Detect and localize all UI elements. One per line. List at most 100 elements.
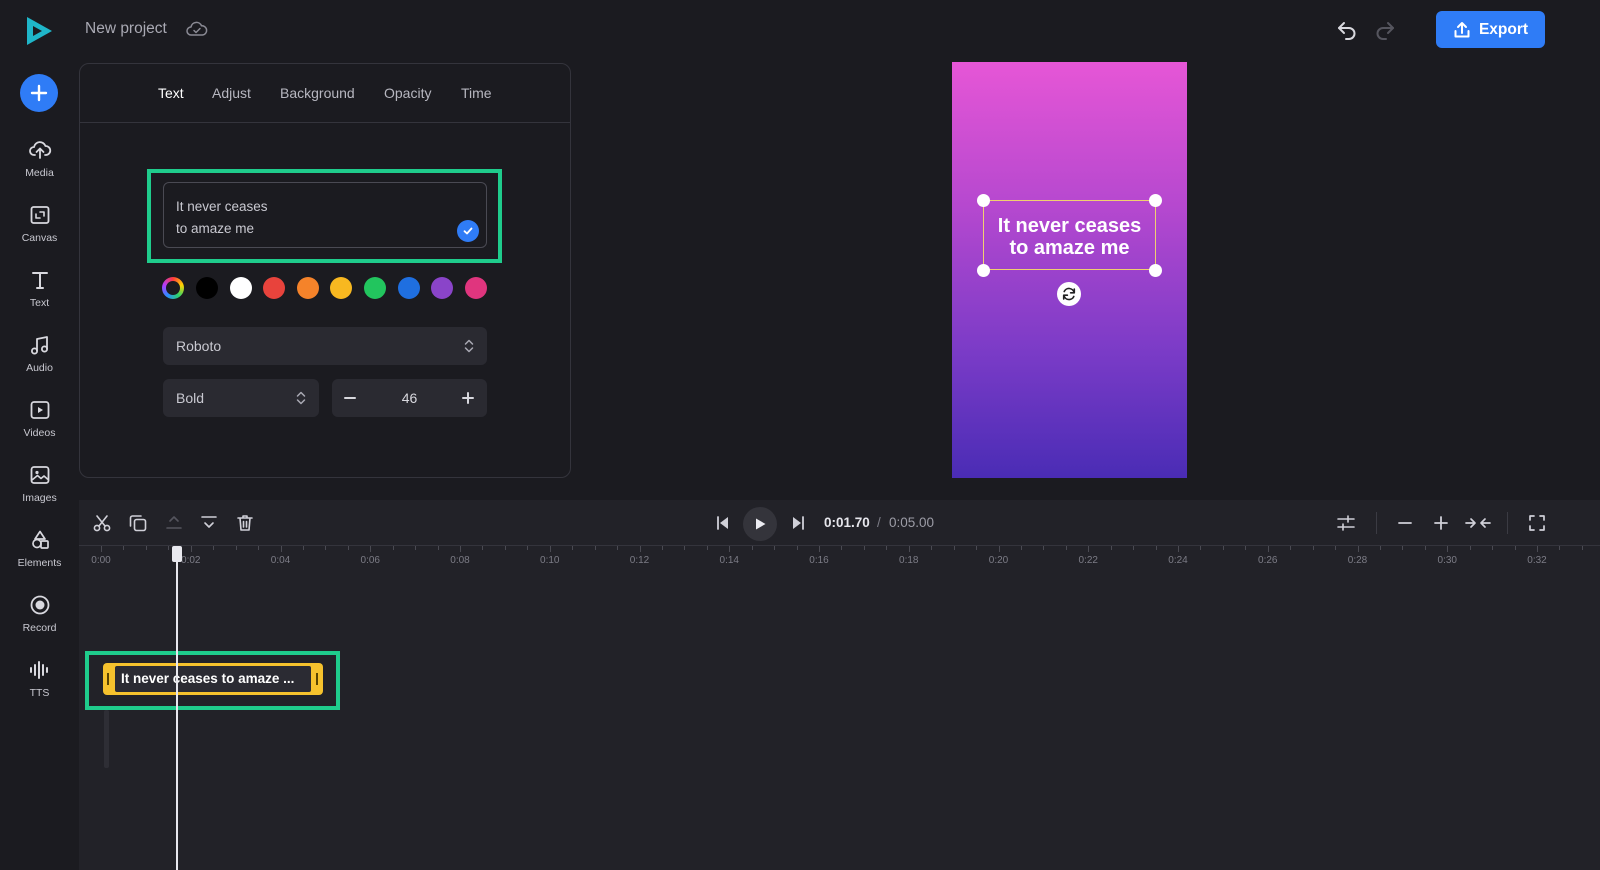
zoom-out-icon[interactable] — [1395, 513, 1415, 533]
confirm-check-button[interactable] — [457, 220, 479, 242]
tab-opacity[interactable]: Opacity — [384, 85, 431, 101]
ruler-tick — [1379, 546, 1381, 550]
zoom-in-icon[interactable] — [1431, 513, 1451, 533]
sidebar-item-label: Media — [25, 167, 54, 179]
tick-label: 0:24 — [1168, 555, 1188, 566]
time-separator: / — [877, 515, 881, 530]
color-swatch-orange[interactable] — [297, 277, 319, 299]
add-button[interactable] — [20, 74, 58, 112]
resize-handle-top-left[interactable] — [977, 194, 990, 207]
ruler-tick — [1402, 546, 1404, 550]
ruler-tick — [1492, 546, 1494, 550]
move-down-icon[interactable] — [199, 513, 219, 533]
video-preview-canvas[interactable]: It never ceases to amaze me — [952, 62, 1187, 478]
color-swatch-blue[interactable] — [398, 277, 420, 299]
color-swatch-black[interactable] — [196, 277, 218, 299]
tick-label: 0:16 — [809, 555, 829, 566]
preview-text: It never ceases to amaze me — [984, 215, 1155, 259]
ruler-tick — [661, 546, 663, 550]
ruler-tick — [1581, 546, 1583, 550]
sidebar-item-images[interactable]: Images — [0, 463, 79, 515]
ruler-tick — [1469, 546, 1471, 550]
resize-handle-bottom-left[interactable] — [977, 264, 990, 277]
text-properties-panel: Text Adjust Background Opacity Time — [79, 63, 571, 478]
skip-forward-icon[interactable] — [788, 513, 808, 533]
clip-trim-handle-left[interactable] — [107, 673, 109, 685]
toolbar-divider — [1376, 512, 1377, 534]
tab-adjust[interactable]: Adjust — [212, 85, 251, 101]
sidebar-item-media[interactable]: Media — [0, 138, 79, 190]
record-icon — [30, 595, 49, 615]
tab-text[interactable]: Text — [158, 85, 184, 101]
plus-icon[interactable] — [460, 390, 476, 406]
ruler-tick — [1088, 546, 1090, 552]
sidebar-item-elements[interactable]: Elements — [0, 528, 79, 580]
move-up-icon[interactable] — [164, 513, 184, 533]
color-swatch-red[interactable] — [263, 277, 285, 299]
ruler-tick — [953, 546, 955, 550]
trash-icon[interactable] — [235, 513, 255, 533]
font-family-select[interactable]: Roboto — [163, 327, 487, 365]
sidebar-item-label: Images — [22, 492, 57, 504]
rotate-handle[interactable] — [1057, 282, 1081, 306]
color-swatch-green[interactable] — [364, 277, 386, 299]
color-swatch-white[interactable] — [230, 277, 252, 299]
sidebar-item-record[interactable]: Record — [0, 593, 79, 645]
fullscreen-icon[interactable] — [1527, 513, 1547, 533]
ruler-tick — [527, 546, 529, 550]
ruler-tick — [976, 546, 978, 550]
font-weight-select[interactable]: Bold — [163, 379, 319, 417]
ruler-tick — [392, 546, 394, 550]
export-button[interactable]: Export — [1436, 11, 1545, 48]
resize-handle-top-right[interactable] — [1149, 194, 1162, 207]
ruler-tick — [572, 546, 574, 550]
color-swatch-yellow[interactable] — [330, 277, 352, 299]
ruler-tick — [819, 546, 820, 552]
color-swatch-pink[interactable] — [465, 277, 487, 299]
sidebar-item-canvas[interactable]: Canvas — [0, 203, 79, 255]
tick-label: 0:12 — [629, 555, 650, 566]
text-content-input[interactable]: It never ceases to amaze me — [163, 182, 487, 248]
resize-handle-bottom-right[interactable] — [1149, 264, 1162, 277]
app-logo[interactable] — [22, 14, 56, 48]
adjust-sliders-icon[interactable] — [1336, 513, 1356, 533]
sidebar-item-videos[interactable]: Videos — [0, 398, 79, 450]
tick-label: 0:18 — [899, 555, 919, 566]
ruler-tick — [617, 546, 619, 550]
tick-label: 0:10 — [540, 555, 560, 566]
project-title[interactable]: New project — [85, 20, 167, 38]
playhead[interactable] — [176, 546, 178, 870]
ruler-tick — [415, 546, 417, 550]
tab-time[interactable]: Time — [461, 85, 492, 101]
scissors-icon[interactable] — [92, 513, 112, 533]
ruler-tick — [504, 546, 506, 550]
redo-icon[interactable] — [1373, 18, 1397, 42]
clip-trim-handle-right[interactable] — [316, 673, 318, 685]
ruler-tick — [774, 546, 776, 550]
tick-label: 0:30 — [1437, 555, 1457, 566]
tab-background[interactable]: Background — [280, 85, 355, 101]
color-picker-swatch[interactable] — [162, 277, 184, 299]
duplicate-icon[interactable] — [128, 513, 148, 533]
ruler-tick — [886, 546, 888, 550]
sidebar-item-text[interactable]: Text — [0, 268, 79, 320]
preview-text-line: It never ceases — [997, 215, 1142, 237]
sidebar-item-label: Text — [29, 297, 50, 309]
ruler-tick — [302, 546, 304, 550]
text-clip[interactable]: It never ceases to amaze ... — [103, 663, 323, 695]
color-swatch-purple[interactable] — [431, 277, 453, 299]
font-weight-value: Bold — [176, 390, 205, 406]
undo-icon[interactable] — [1335, 18, 1359, 42]
play-button[interactable] — [743, 507, 777, 541]
skip-back-icon[interactable] — [713, 513, 733, 533]
playhead-handle[interactable] — [172, 546, 182, 562]
fit-to-screen-icon[interactable] — [1465, 513, 1491, 533]
text-selection-box[interactable]: It never ceases to amaze me — [983, 200, 1156, 270]
sidebar-item-audio[interactable]: Audio — [0, 333, 79, 385]
ruler-tick — [1065, 546, 1067, 550]
canvas-icon — [30, 206, 49, 224]
sidebar-item-tts[interactable]: TTS — [0, 658, 79, 710]
tick-label: 0:28 — [1347, 555, 1368, 566]
ruler-tick — [482, 546, 484, 550]
sidebar-item-label: Record — [22, 622, 57, 634]
